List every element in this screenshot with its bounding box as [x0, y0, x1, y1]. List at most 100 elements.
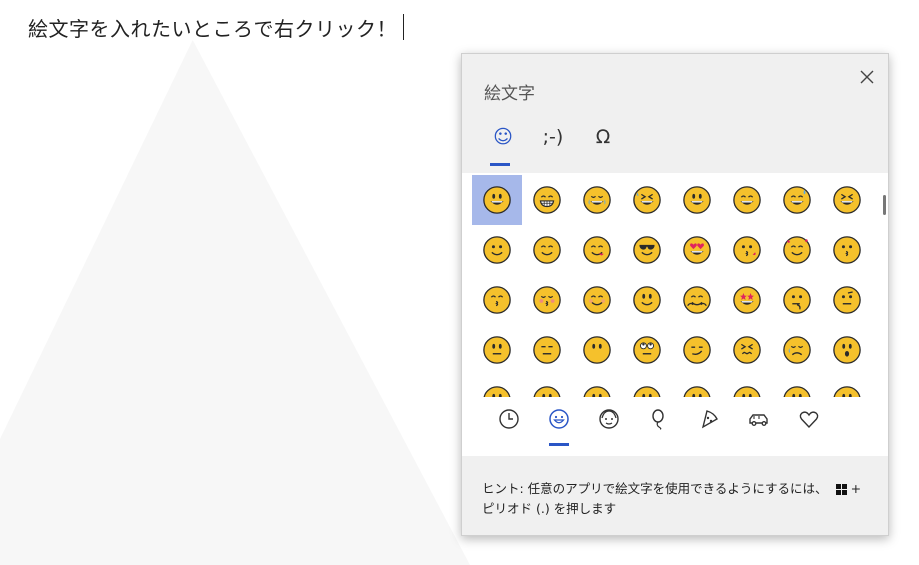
close-icon: [860, 70, 874, 84]
emoji-cell[interactable]: [822, 275, 872, 325]
emoji-cell[interactable]: [772, 325, 822, 375]
kaomoji-tab-icon: ;-): [542, 126, 564, 148]
star-struck-face-icon: [733, 286, 761, 314]
category-travel[interactable]: [734, 406, 784, 446]
category-recent[interactable]: [484, 406, 534, 446]
emoji-cell[interactable]: [822, 325, 872, 375]
emoji-cell[interactable]: [522, 375, 572, 397]
emoji-grid-area[interactable]: [472, 175, 874, 397]
hugging-face-icon: [683, 286, 711, 314]
emoji-cell[interactable]: [622, 325, 672, 375]
hint-line-2: ピリオド (.) を押します: [482, 501, 617, 516]
emoji-cell[interactable]: [522, 175, 572, 225]
emoji-cell[interactable]: [472, 225, 522, 275]
squinting-laugh-face-icon: [833, 186, 861, 214]
expressionless-face-icon: [533, 336, 561, 364]
category-symbols[interactable]: [784, 406, 834, 446]
sweat-smile-face-icon: [783, 186, 811, 214]
emoji-cell[interactable]: [672, 275, 722, 325]
emoji-cell[interactable]: [522, 325, 572, 375]
grinning-smiling-eyes-face-icon: [733, 186, 761, 214]
emoji-cell[interactable]: [672, 175, 722, 225]
emoji-cell[interactable]: [722, 325, 772, 375]
tab-symbols[interactable]: Ω: [578, 120, 628, 166]
emoji-cell[interactable]: [722, 275, 772, 325]
panel-title: 絵文字: [484, 84, 535, 104]
emoji-scrollbar[interactable]: [883, 195, 886, 215]
smiley-tab-icon: ☺: [493, 126, 513, 148]
beaming-face-icon: [533, 186, 561, 214]
heart-icon: [799, 411, 819, 429]
emoji-cell[interactable]: [522, 275, 572, 325]
kissing-closed-eyes-face-icon: [533, 286, 561, 314]
tab-kaomoji[interactable]: ;-): [528, 120, 578, 166]
emoji-cell[interactable]: [572, 225, 622, 275]
emoji-cell[interactable]: [472, 375, 522, 397]
category-food[interactable]: [684, 406, 734, 446]
text-editor-line[interactable]: 絵文字を入れたいところで右クリック！: [28, 12, 404, 42]
emoji-cell[interactable]: [622, 175, 672, 225]
kissing-face-icon: [833, 236, 861, 264]
car-icon: [749, 414, 768, 426]
emoji-cell[interactable]: [472, 275, 522, 325]
emoji-cell[interactable]: [772, 175, 822, 225]
thinking-face-icon: [783, 286, 811, 314]
blowing-kiss-face-icon: [733, 236, 761, 264]
slightly-smiling-face-icon: [633, 286, 661, 314]
heart-eyes-face-icon: [683, 236, 711, 264]
category-people[interactable]: [584, 406, 634, 446]
hint-line-1: ヒント: 任意のアプリで絵文字を使用できるようにするには、 +: [482, 479, 868, 499]
emoji-cell[interactable]: [672, 375, 722, 397]
category-smileys[interactable]: [534, 406, 584, 446]
emoji-panel: 絵文字 ☺ ;-) Ω ヒント: 任意のアプリで絵文字を使用できるようにするには…: [461, 53, 889, 536]
emoji-cell[interactable]: [522, 225, 572, 275]
rolling-laughing-face-icon: [633, 186, 661, 214]
emoji-cell[interactable]: [622, 225, 672, 275]
editor-text: 絵文字を入れたいところで右クリック！: [28, 16, 397, 41]
face-row5-2-icon: [533, 386, 561, 397]
face-row5-3-icon: [583, 386, 611, 397]
hint-plus: +: [850, 481, 862, 496]
emoji-cell[interactable]: [622, 275, 672, 325]
emoji-cell[interactable]: [472, 175, 522, 225]
emoji-cell[interactable]: [822, 175, 872, 225]
emoji-cell[interactable]: [622, 375, 672, 397]
category-celebration[interactable]: [634, 406, 684, 446]
balloon-icon: [652, 409, 664, 430]
emoji-cell[interactable]: [822, 225, 872, 275]
emoji-cell[interactable]: [672, 325, 722, 375]
panel-tabs: ☺ ;-) Ω: [478, 120, 628, 166]
clock-icon: [499, 409, 519, 429]
persevering-face-icon: [733, 336, 761, 364]
close-button[interactable]: [852, 62, 882, 92]
grinning-big-eyes-face-icon: [683, 186, 711, 214]
emoji-cell[interactable]: [772, 225, 822, 275]
emoji-cell[interactable]: [472, 325, 522, 375]
no-mouth-face-icon: [583, 336, 611, 364]
neutral-face-icon: [483, 336, 511, 364]
text-caret: [403, 14, 404, 40]
tab-emoji[interactable]: ☺: [478, 120, 528, 166]
emoji-cell[interactable]: [722, 175, 772, 225]
windows-logo-icon: [835, 484, 847, 495]
emoji-grid: [472, 175, 874, 397]
emoji-cell[interactable]: [672, 225, 722, 275]
grinning-face-icon: [483, 186, 511, 214]
face-row5-4-icon: [633, 386, 661, 397]
emoji-cell[interactable]: [722, 375, 772, 397]
raised-eyebrow-face-icon: [833, 286, 861, 314]
emoji-cell[interactable]: [572, 275, 622, 325]
emoji-cell[interactable]: [822, 375, 872, 397]
emoji-cell[interactable]: [772, 375, 822, 397]
relaxed-face-icon: [583, 286, 611, 314]
background-shape: [0, 40, 470, 565]
emoji-cell[interactable]: [722, 225, 772, 275]
smiley-category-icon: [549, 409, 569, 429]
pizza-icon: [701, 410, 718, 429]
emoji-cell[interactable]: [572, 325, 622, 375]
emoji-cell[interactable]: [772, 275, 822, 325]
emoji-cell[interactable]: [572, 375, 622, 397]
smirking-face-icon: [683, 336, 711, 364]
emoji-cell[interactable]: [572, 175, 622, 225]
smiling-face-icon: [533, 236, 561, 264]
